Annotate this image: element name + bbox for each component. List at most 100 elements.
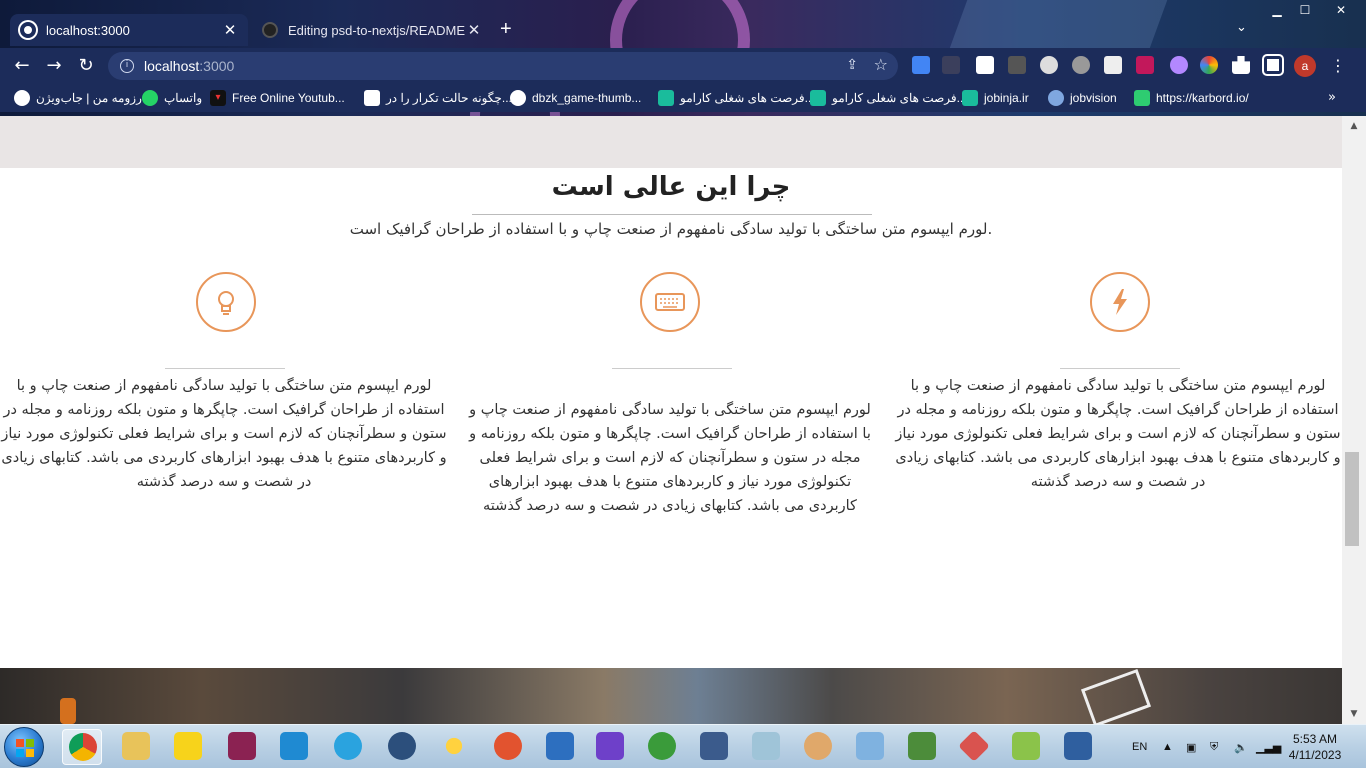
system-clock[interactable]: 5:53 AM 4/11/2023 <box>1280 731 1350 763</box>
jobinja-icon <box>962 90 978 106</box>
chrome-icon <box>69 733 97 761</box>
bookmark-label: فرصت های شغلی کارامو... <box>680 91 815 105</box>
browser-taskbar-button[interactable] <box>642 729 682 765</box>
menu-kebab-icon[interactable]: ⋮ <box>1330 56 1346 75</box>
winrar-taskbar-button[interactable] <box>222 729 262 765</box>
minimize-button[interactable]: ▁ <box>1264 0 1290 20</box>
vpn-taskbar-button[interactable] <box>382 729 422 765</box>
forward-arrow-icon[interactable]: → <box>42 54 66 78</box>
scrollbar-thumb[interactable] <box>1345 452 1359 546</box>
start-button[interactable] <box>4 727 44 767</box>
back-arrow-icon[interactable]: ← <box>10 54 34 78</box>
virtualbox-icon <box>700 732 728 760</box>
divider <box>1060 368 1180 369</box>
bookmark-item[interactable]: چگونه حالت تکرار را در... <box>364 88 512 108</box>
telegram-taskbar-button[interactable] <box>328 729 368 765</box>
app-taskbar-button[interactable] <box>850 729 890 765</box>
bookmark-item[interactable]: jobvision <box>1048 88 1117 108</box>
theme-decoration <box>949 0 1171 50</box>
volume-icon[interactable]: 🔈 <box>1234 725 1248 768</box>
street-lamp <box>60 698 76 724</box>
player-taskbar-button[interactable] <box>168 729 208 765</box>
battery-icon <box>908 732 936 760</box>
page-scrollbar[interactable]: ▲ ▼ <box>1342 116 1366 724</box>
divider <box>472 214 872 215</box>
close-tab-icon[interactable]: ✕ <box>222 21 238 39</box>
github-desktop-taskbar-button[interactable] <box>590 729 630 765</box>
app-taskbar-button[interactable] <box>1006 729 1046 765</box>
profile-avatar[interactable]: a <box>1294 55 1316 77</box>
chevron-down-icon[interactable]: ⌄ <box>1236 20 1247 35</box>
street-sign <box>1080 668 1152 724</box>
github-icon <box>262 22 278 38</box>
bookmark-item[interactable]: فرصت های شغلی کارامو... <box>810 88 967 108</box>
bookmark-item[interactable]: واتساپ <box>142 88 202 108</box>
feature-text: لورم ایپسوم متن ساختگی با تولید سادگی نا… <box>469 402 871 514</box>
extension-icon[interactable] <box>1040 56 1058 74</box>
weather-taskbar-button[interactable] <box>434 729 474 765</box>
bookmarks-overflow-icon[interactable]: » <box>1328 90 1336 105</box>
chrome-taskbar-button[interactable] <box>62 729 102 765</box>
extensions-puzzle-icon[interactable] <box>1232 56 1250 74</box>
scroll-up-arrow[interactable]: ▲ <box>1342 118 1366 134</box>
close-tab-icon[interactable]: ✕ <box>466 21 482 39</box>
extension-icon[interactable] <box>1072 56 1090 74</box>
winrar-icon <box>228 732 256 760</box>
info-icon[interactable]: i <box>120 59 134 73</box>
app-taskbar-button[interactable] <box>902 729 942 765</box>
windows-taskbar: EN ▲ ▣ ⛨ 🔈 ▁▃▅ 5:53 AM 4/11/2023 <box>0 724 1366 768</box>
divider <box>165 368 285 369</box>
sc-icon <box>546 732 574 760</box>
previous-section <box>0 116 1342 168</box>
recorder-taskbar-button[interactable] <box>488 729 528 765</box>
extension-icon[interactable] <box>976 56 994 74</box>
app-taskbar-button[interactable] <box>1058 729 1098 765</box>
extension-icon[interactable] <box>942 56 960 74</box>
close-window-button[interactable]: ✕ <box>1320 0 1362 20</box>
jobinja-icon <box>810 90 826 106</box>
vscode-taskbar-button[interactable] <box>274 729 314 765</box>
language-indicator[interactable]: EN <box>1132 725 1147 768</box>
address-bar[interactable]: i localhost:3000 ⇪ ☆ <box>108 52 898 80</box>
extension-icon[interactable] <box>1170 56 1188 74</box>
shield-icon[interactable]: ⛨ <box>1210 725 1218 768</box>
bookmark-item[interactable]: dbzk_game-thumb... <box>510 88 641 108</box>
extension-icon[interactable] <box>1136 56 1154 74</box>
whatsapp-icon <box>142 90 158 106</box>
show-hidden-icons-icon[interactable]: ▲ <box>1162 725 1173 768</box>
paint-taskbar-button[interactable] <box>798 729 838 765</box>
bookmark-item[interactable]: رزومه من | جاب‌ویژن <box>14 88 142 108</box>
player-icon <box>174 732 202 760</box>
bookmark-label: رزومه من | جاب‌ویژن <box>36 91 142 105</box>
bookmark-item[interactable]: https://karbord.io/ <box>1134 88 1249 108</box>
section-heading: چرا این عالی است <box>551 172 791 202</box>
app-taskbar-button[interactable] <box>954 729 994 765</box>
reload-icon[interactable]: ↻ <box>74 54 98 78</box>
bookmark-item[interactable]: فرصت های شغلی کارامو... <box>658 88 815 108</box>
tab-github-readme[interactable]: Editing psd-to-nextjs/README.m ✕ <box>252 14 492 46</box>
extension-icon[interactable] <box>1104 56 1122 74</box>
bookmark-star-icon[interactable]: ☆ <box>874 55 888 74</box>
maximize-button[interactable]: ☐ <box>1292 0 1318 20</box>
google-translate-icon[interactable] <box>912 56 930 74</box>
explorer-taskbar-button[interactable] <box>116 729 156 765</box>
virtualbox-taskbar-button[interactable] <box>694 729 734 765</box>
new-tab-button[interactable]: + <box>500 18 512 41</box>
scroll-down-arrow[interactable]: ▼ <box>1342 706 1366 722</box>
tab-localhost[interactable]: localhost:3000 ✕ <box>10 14 248 46</box>
keyboard-icon <box>640 272 700 332</box>
tab-title: localhost:3000 <box>46 22 130 38</box>
bookmark-item[interactable]: jobinja.ir <box>962 88 1029 108</box>
color-picker-icon[interactable] <box>1200 56 1218 74</box>
share-icon[interactable]: ⇪ <box>846 57 858 73</box>
extension-icon[interactable] <box>1008 56 1026 74</box>
screenclip-taskbar-button[interactable] <box>540 729 580 765</box>
notes-taskbar-button[interactable] <box>746 729 786 765</box>
side-panel-icon[interactable] <box>1264 56 1282 74</box>
lightbulb-icon <box>196 272 256 332</box>
bookmark-item[interactable]: ▾ Free Online Youtub... <box>210 88 345 108</box>
network-icon <box>1064 732 1092 760</box>
signal-icon[interactable]: ▁▃▅ <box>1256 725 1281 768</box>
jobvision-icon <box>1048 90 1064 106</box>
network-status-icon[interactable]: ▣ <box>1186 725 1196 768</box>
